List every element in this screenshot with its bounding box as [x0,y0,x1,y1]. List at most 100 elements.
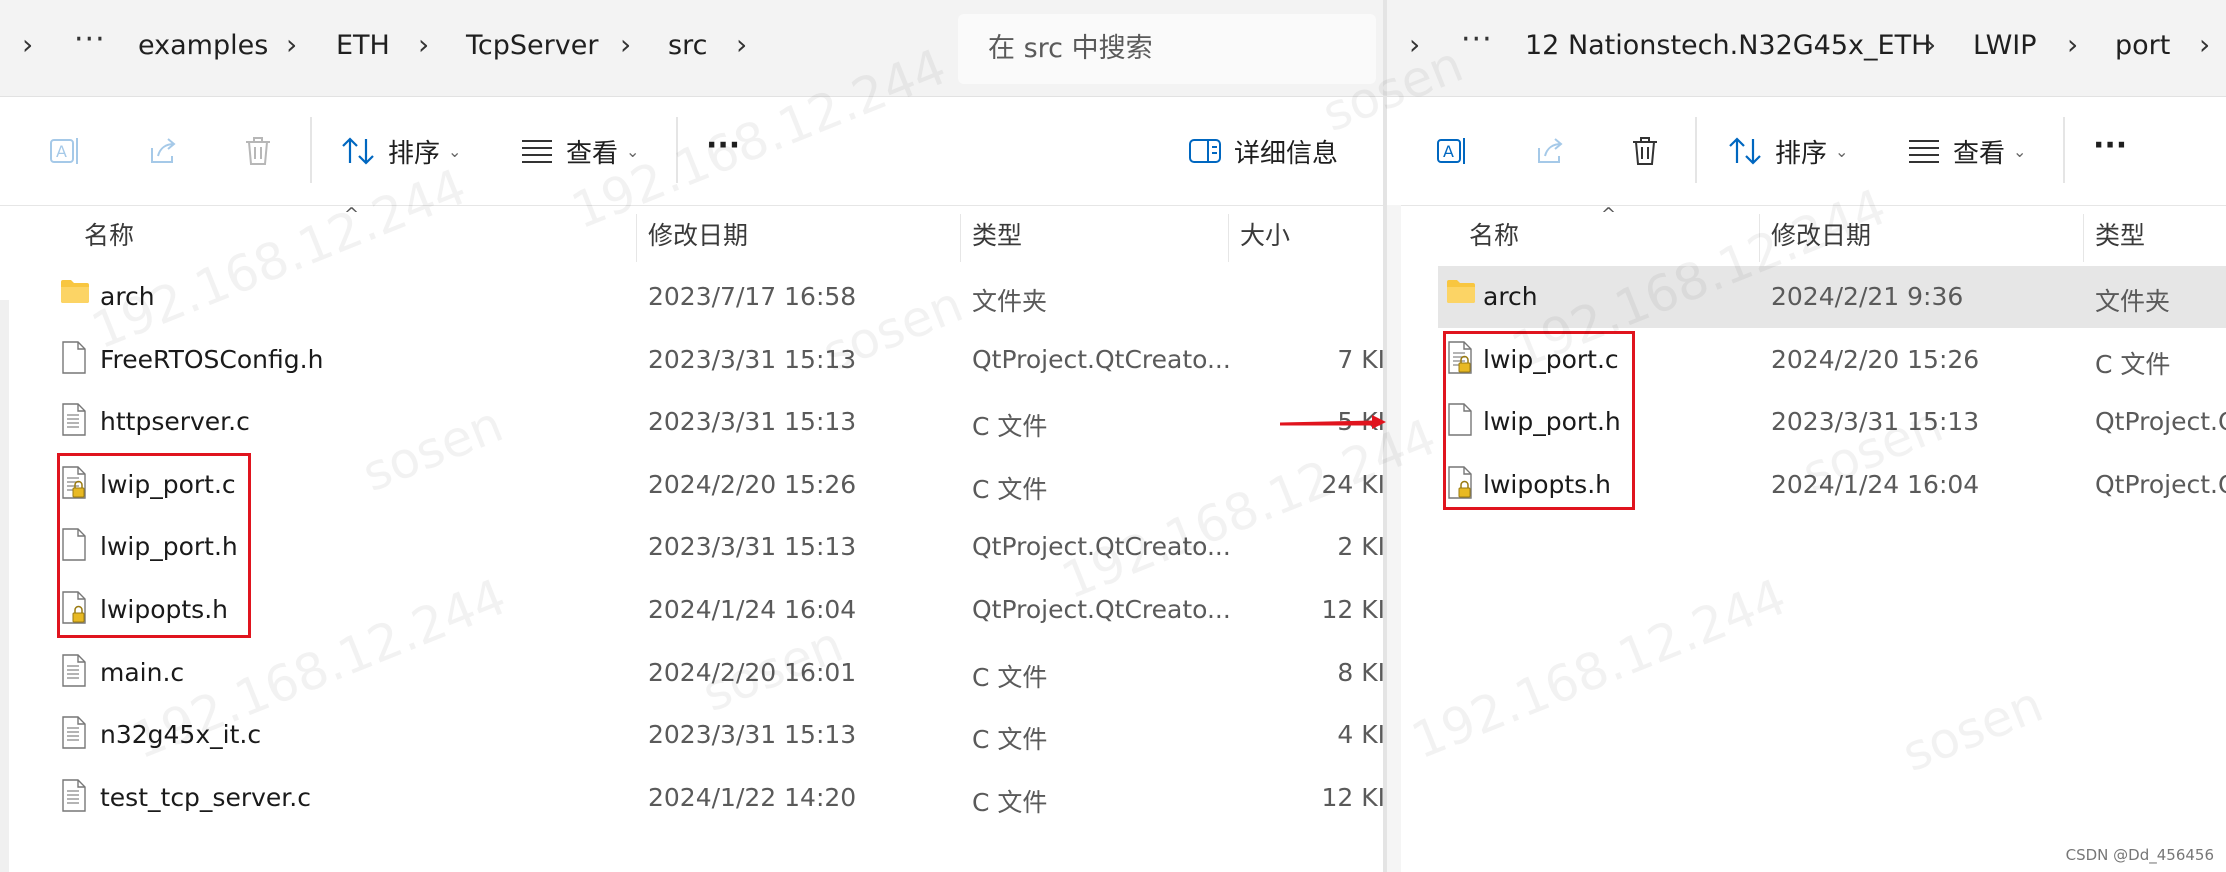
column-separator[interactable] [636,214,637,262]
breadcrumb-nationstech[interactable]: 12 Nationstech.N32G45x_ETH [1525,30,1931,61]
file-row[interactable]: lwip_port.c 2024/2/20 15:26 C 文件 24 KI [0,454,1385,516]
file-date: 2024/2/20 15:26 [648,469,857,499]
column-header-type[interactable]: 类型 [972,216,1022,252]
chevron-right-icon[interactable]: › [2067,28,2078,61]
sort-button[interactable]: 排序 ⌄ [1727,127,1848,175]
delete-button[interactable] [242,127,274,175]
column-header-type[interactable]: 类型 [2095,216,2145,252]
search-box[interactable] [958,14,1376,84]
file-size: 2 KI [1337,532,1385,562]
sort-label: 排序 [1775,138,1828,169]
arrow-head-icon [1280,415,1386,429]
folder-icon [1446,278,1475,312]
sort-button[interactable]: 排序 ⌄ [340,127,461,175]
file-name[interactable]: arch [1483,282,1538,311]
view-button[interactable]: 查看 ⌄ [520,127,639,175]
chevron-right-icon[interactable]: › [22,28,33,61]
column-separator[interactable] [1228,214,1229,262]
breadcrumb-port[interactable]: port [2115,30,2170,61]
column-header-row: ^ 名称 修改日期 类型 [1387,204,2226,266]
rename-icon: A [50,138,78,164]
file-type: QtProject.QtCreato... [972,344,1231,374]
breadcrumb-src[interactable]: src [668,30,707,61]
file-date: 2023/3/31 15:13 [1771,407,1980,437]
file-name[interactable]: arch [100,282,155,311]
share-button[interactable] [1533,127,1567,175]
file-name[interactable]: lwipopts.h [100,595,228,624]
file-size: 24 KI [1321,469,1385,499]
svg-text:A: A [1443,142,1454,161]
breadcrumb-overflow-button[interactable]: ··· [1461,22,1493,57]
breadcrumb-eth[interactable]: ETH [336,30,390,61]
c-file-icon [60,403,88,437]
chevron-right-icon[interactable]: › [2199,28,2210,61]
search-input[interactable] [986,32,1370,65]
breadcrumb-examples[interactable]: examples [138,30,268,61]
file-date: 2023/7/17 16:58 [648,282,857,311]
file-row[interactable]: main.c 2024/2/20 16:01 C 文件 8 KI [0,642,1385,704]
file-name[interactable]: test_tcp_server.c [100,783,311,812]
column-separator[interactable] [2083,214,2084,262]
file-row[interactable]: lwipopts.h 2024/1/24 16:04 QtProject.QtCre… [0,579,1385,641]
file-name[interactable]: lwip_port.h [100,532,238,561]
details-pane-button[interactable]: 详细信息 [1188,127,1338,175]
column-header-name[interactable]: 名称 [84,216,134,252]
toolbar-divider [676,117,678,183]
delete-button[interactable] [1629,127,1661,175]
file-row[interactable]: arch 2024/2/21 9:36 文件夹 [1438,266,2226,328]
column-header-name[interactable]: 名称 [1469,216,1519,252]
file-row[interactable]: lwipopts.h 2024/1/24 16:04 QtProject.Q [1438,454,2226,516]
file-row[interactable]: lwip_port.h 2023/3/31 15:13 QtProject.QtCr… [0,516,1385,578]
file-name[interactable]: lwip_port.c [1483,345,1619,374]
column-header-date[interactable]: 修改日期 [648,216,748,252]
file-row[interactable]: n32g45x_it.c 2023/3/31 15:13 C 文件 4 KI [0,704,1385,766]
chevron-right-icon[interactable]: › [286,28,297,61]
chevron-right-icon[interactable]: › [736,28,747,61]
breadcrumb-tcpserver[interactable]: TcpServer [466,30,598,61]
file-row[interactable]: httpserver.c2023/3/31 15:13C 文件5 KI [0,391,1385,453]
breadcrumb-overflow-button[interactable]: ··· [74,22,106,57]
column-header-size[interactable]: 大小 [1240,216,1290,252]
file-row[interactable]: test_tcp_server.c 2024/1/22 14:20 C 文件 12 K… [0,767,1385,829]
file-name[interactable]: FreeRTOSConfig.h [100,345,323,374]
column-separator[interactable] [1759,214,1760,262]
file-name[interactable]: n32g45x_it.c [100,720,261,749]
column-separator[interactable] [960,214,961,262]
rename-button[interactable]: A [48,127,82,175]
file-row[interactable]: lwip_port.c 2024/2/20 15:26 C 文件 [1438,329,2226,391]
more-options-button[interactable]: ··· [2093,121,2127,169]
share-icon [1538,138,1563,163]
file-type: C 文件 [972,412,1048,442]
column-header-row: ^ 名称 修改日期 类型 大小 [0,204,1385,266]
address-bar: › ··· examples › ETH › TcpServer › src › [0,0,1385,97]
file-name[interactable]: lwipopts.h [1483,470,1611,499]
file-type: C 文件 [972,725,1048,755]
c-file-icon [60,653,88,688]
chevron-right-icon[interactable]: › [620,28,631,61]
file-row[interactable]: lwip_port.h 2023/3/31 15:13 QtProject.Q [1438,391,2226,453]
rename-button[interactable]: A [1435,127,1469,175]
file-type: 文件夹 [2095,287,2171,316]
file-name[interactable]: lwip_port.c [100,470,236,499]
chevron-right-icon[interactable]: › [418,28,429,61]
chevron-right-icon[interactable]: › [1409,28,1420,61]
sort-ascending-icon: ^ [344,204,360,225]
chevron-right-icon[interactable]: › [1925,28,1936,61]
file-date: 2024/1/24 16:04 [1771,469,1980,499]
toolbar-divider [2063,117,2065,183]
column-header-date[interactable]: 修改日期 [1771,216,1871,252]
view-button[interactable]: 查看 ⌄ [1907,127,2026,175]
view-list-icon [522,140,552,163]
file-size: 4 KI [1337,720,1385,750]
file-name[interactable]: httpserver.c [100,407,250,436]
more-options-button[interactable]: ··· [706,121,740,169]
file-icon [60,340,88,375]
scrollbar[interactable] [1387,205,1401,872]
breadcrumb-lwip[interactable]: LWIP [1973,30,2037,61]
share-button[interactable] [146,127,180,175]
toolbar-divider [1695,117,1697,183]
file-row[interactable]: FreeRTOSConfig.h 2023/3/31 15:13 QtProject… [0,329,1385,391]
file-row[interactable]: arch 2023/7/17 16:58 文件夹 [0,266,1385,328]
file-name[interactable]: main.c [100,658,184,687]
file-name[interactable]: lwip_port.h [1483,407,1621,436]
